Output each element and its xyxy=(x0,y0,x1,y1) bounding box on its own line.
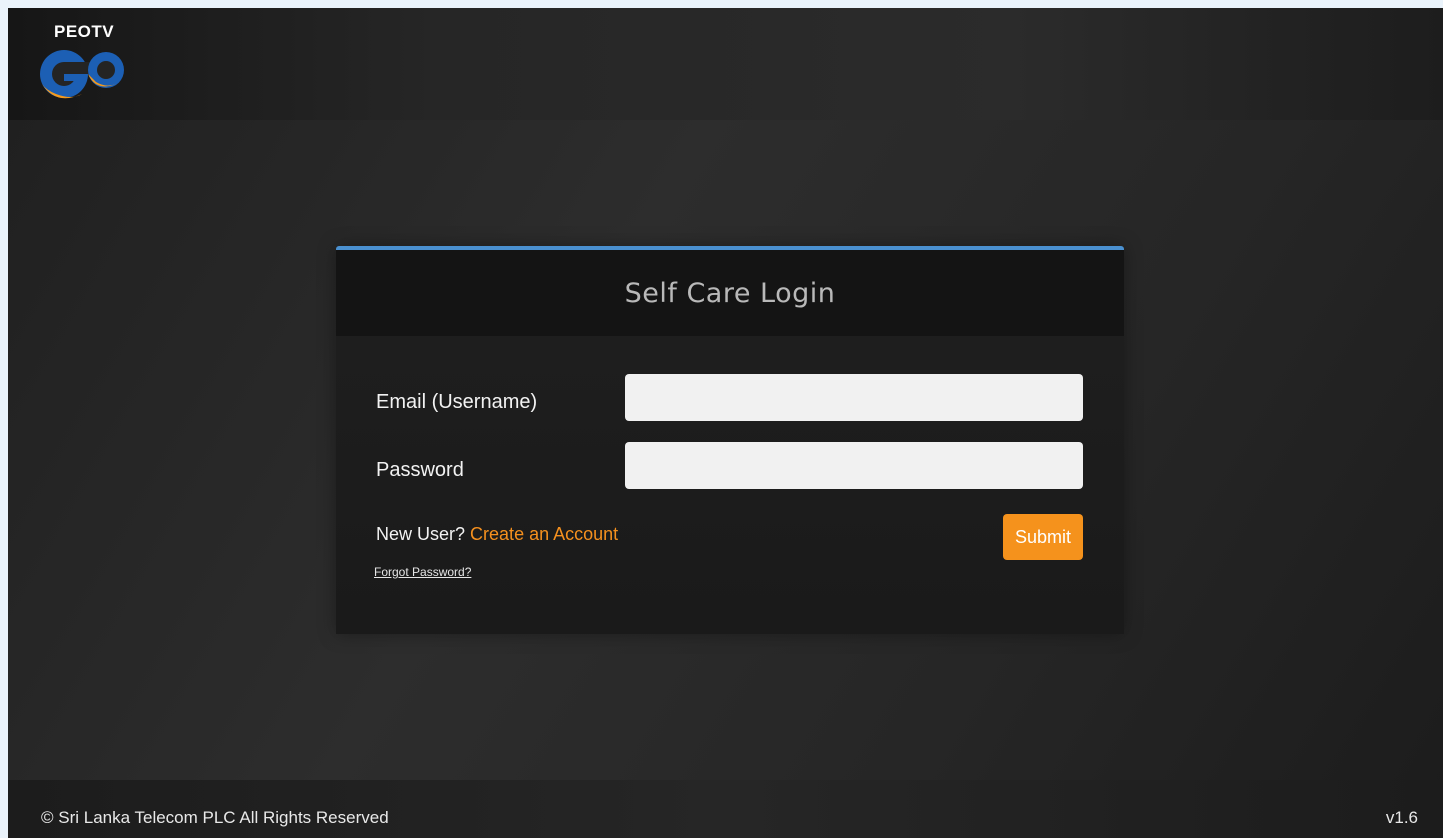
login-title: Self Care Login xyxy=(624,277,836,309)
go-logo-icon xyxy=(40,50,124,99)
top-bar: PEOTV xyxy=(8,8,1443,120)
email-input[interactable] xyxy=(625,374,1083,421)
logo-text: PEOTV xyxy=(54,22,115,41)
create-account-link[interactable]: Create an Account xyxy=(470,524,618,544)
submit-button[interactable]: Submit xyxy=(1003,514,1083,560)
app-viewport: PEOTV Self Care Login Email (Username) P… xyxy=(8,8,1443,838)
copyright-text: © Sri Lanka Telecom PLC All Rights Reser… xyxy=(41,808,389,827)
footer: © Sri Lanka Telecom PLC All Rights Reser… xyxy=(8,780,1443,838)
email-label: Email (Username) xyxy=(376,391,538,413)
login-card: Self Care Login Email (Username) Passwor… xyxy=(336,246,1124,634)
login-form: Email (Username) Password New User? Crea… xyxy=(336,336,1124,634)
password-label: Password xyxy=(376,459,464,481)
new-user-text: New User? xyxy=(376,524,466,544)
login-card-header: Self Care Login xyxy=(336,250,1124,336)
version-text: v1.6 xyxy=(1385,808,1418,827)
peotv-go-logo[interactable]: PEOTV xyxy=(36,20,131,110)
forgot-password-link[interactable]: Forgot Password? xyxy=(374,565,471,579)
password-input[interactable] xyxy=(625,442,1083,489)
new-user-prompt: New User? Create an Account xyxy=(376,524,618,545)
